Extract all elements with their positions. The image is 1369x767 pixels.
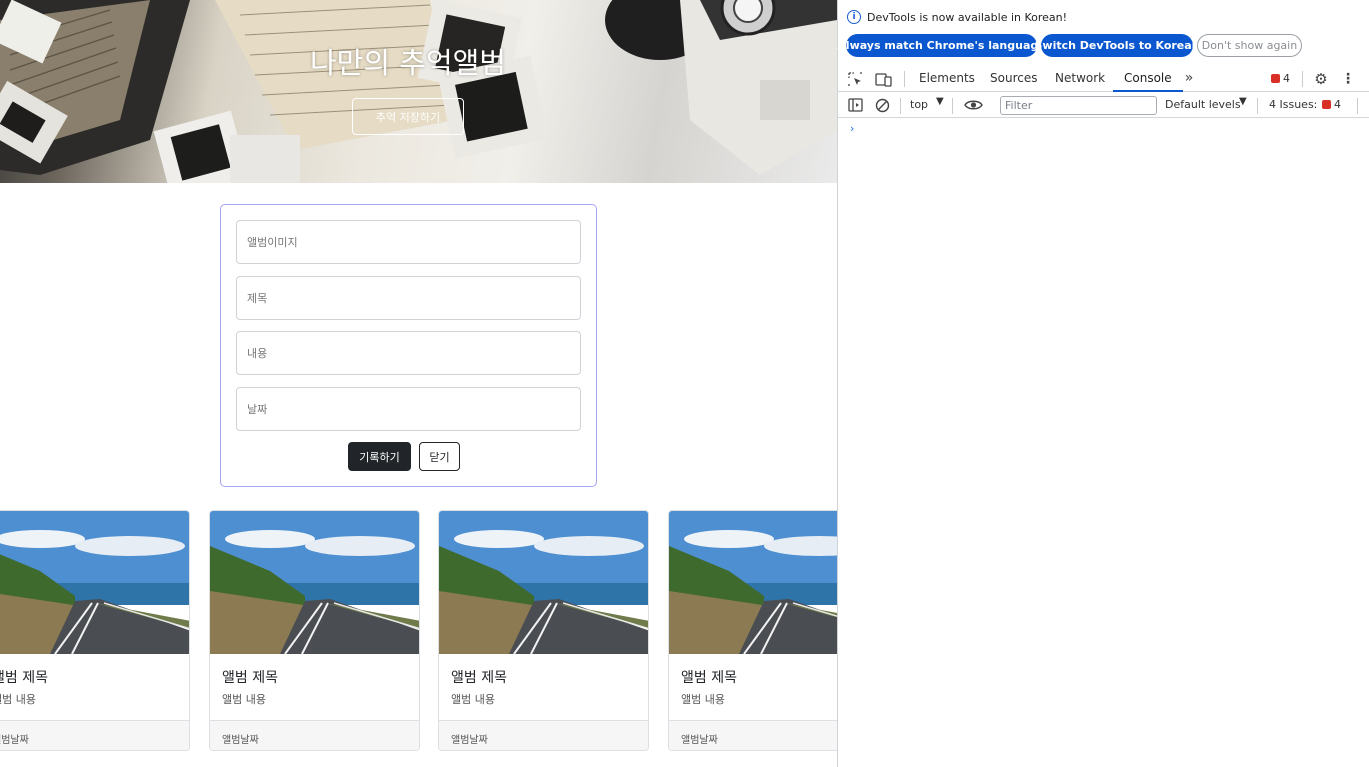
album-date: 앨범날짜	[222, 735, 259, 746]
info-icon: i	[847, 10, 861, 24]
tab-network[interactable]: Network	[1055, 66, 1105, 92]
infobar-message: DevTools is now available in Korean!	[867, 10, 1068, 24]
console-toolbar: top ▼ Default levels ▼ 4 Issues: 4	[838, 93, 1369, 118]
album-date: 앨범날짜	[451, 735, 488, 746]
hero-title: 나만의 추억앨범	[310, 46, 506, 80]
console-prompt-icon[interactable]: ›	[850, 122, 854, 135]
album-card: 앨범 제목 앨범 내용 앨범날짜	[209, 510, 420, 751]
album-image-input[interactable]	[236, 220, 581, 264]
issues-count: 4	[1334, 98, 1341, 111]
error-badge[interactable]: 4	[1271, 72, 1290, 85]
submit-record-button[interactable]: 기록하기	[348, 442, 411, 471]
album-text: 앨범 내용	[681, 693, 725, 706]
log-levels-dropdown[interactable]: Default levels	[1165, 98, 1241, 111]
devtools-tabbar: Elements Sources Network Console » 4 ⚙ ⋮	[838, 66, 1369, 92]
kebab-menu-icon[interactable]: ⋮	[1341, 70, 1355, 88]
album-image	[669, 511, 837, 654]
date-input[interactable]	[236, 387, 581, 431]
tab-sources[interactable]: Sources	[990, 66, 1037, 92]
hero-banner: 나만의 추억앨범 추억 저장하기	[0, 0, 837, 183]
sidebar-toggle-icon[interactable]	[847, 97, 863, 113]
album-title: 앨범 제목	[0, 670, 48, 686]
switch-korean-button[interactable]: Switch DevTools to Korean	[1034, 34, 1200, 57]
album-form: 기록하기 닫기	[220, 204, 597, 487]
page-viewport: 나만의 추억앨범 추억 저장하기 기록하기 닫기	[0, 0, 837, 767]
close-button[interactable]: 닫기	[419, 442, 460, 471]
tab-console[interactable]: Console	[1113, 66, 1183, 92]
album-footer: 앨범날짜	[439, 720, 648, 750]
album-card: 앨범 제목 앨범 내용 앨범날짜	[668, 510, 837, 751]
album-title: 앨범 제목	[681, 670, 737, 686]
context-dropdown-icon[interactable]: ▼	[936, 96, 944, 107]
album-title: 앨범 제목	[222, 670, 278, 686]
console-filter-input[interactable]	[1000, 96, 1157, 115]
context-selector[interactable]: top	[910, 98, 928, 111]
language-infobar: i DevTools is now available in Korean!	[847, 9, 1067, 25]
album-image	[439, 511, 648, 654]
album-footer: 앨범날짜	[210, 720, 419, 750]
title-input[interactable]	[236, 276, 581, 320]
inspect-element-icon[interactable]	[847, 71, 863, 87]
album-card: 앨범 제목 앨범 내용 앨범날짜	[438, 510, 649, 751]
match-language-button[interactable]: Always match Chrome's language	[837, 34, 1046, 57]
gear-icon[interactable]: ⚙	[1312, 70, 1330, 88]
album-date: 앨범날짜	[0, 735, 29, 746]
issue-icon	[1322, 100, 1331, 109]
error-count: 4	[1283, 72, 1290, 85]
levels-dropdown-icon[interactable]: ▼	[1239, 96, 1247, 107]
more-tabs-icon[interactable]: »	[1181, 70, 1197, 86]
devtools-panel: i DevTools is now available in Korean! A…	[837, 0, 1369, 767]
content-input[interactable]	[236, 331, 581, 375]
device-toolbar-icon[interactable]	[874, 71, 892, 87]
album-text: 앨범 내용	[0, 693, 36, 706]
album-date: 앨범날짜	[681, 735, 718, 746]
dont-show-again-button[interactable]: Don't show again	[1197, 34, 1302, 57]
eye-icon[interactable]	[963, 97, 983, 113]
save-memory-button[interactable]: 추억 저장하기	[352, 98, 464, 135]
hero-photo	[0, 0, 837, 183]
album-image	[210, 511, 419, 654]
album-card: 앨범 제목 앨범 내용 앨범날짜	[0, 510, 190, 751]
clear-console-icon[interactable]	[874, 97, 890, 113]
album-title: 앨범 제목	[451, 670, 507, 686]
issues-label[interactable]: 4 Issues:	[1269, 98, 1317, 111]
album-text: 앨범 내용	[222, 693, 266, 706]
tab-elements[interactable]: Elements	[919, 66, 975, 92]
issues-badge[interactable]: 4	[1322, 98, 1341, 111]
album-footer: 앨범날짜	[669, 720, 837, 750]
error-icon	[1271, 74, 1280, 83]
album-image	[0, 511, 189, 654]
album-footer: 앨범날짜	[0, 720, 189, 750]
album-text: 앨범 내용	[451, 693, 495, 706]
